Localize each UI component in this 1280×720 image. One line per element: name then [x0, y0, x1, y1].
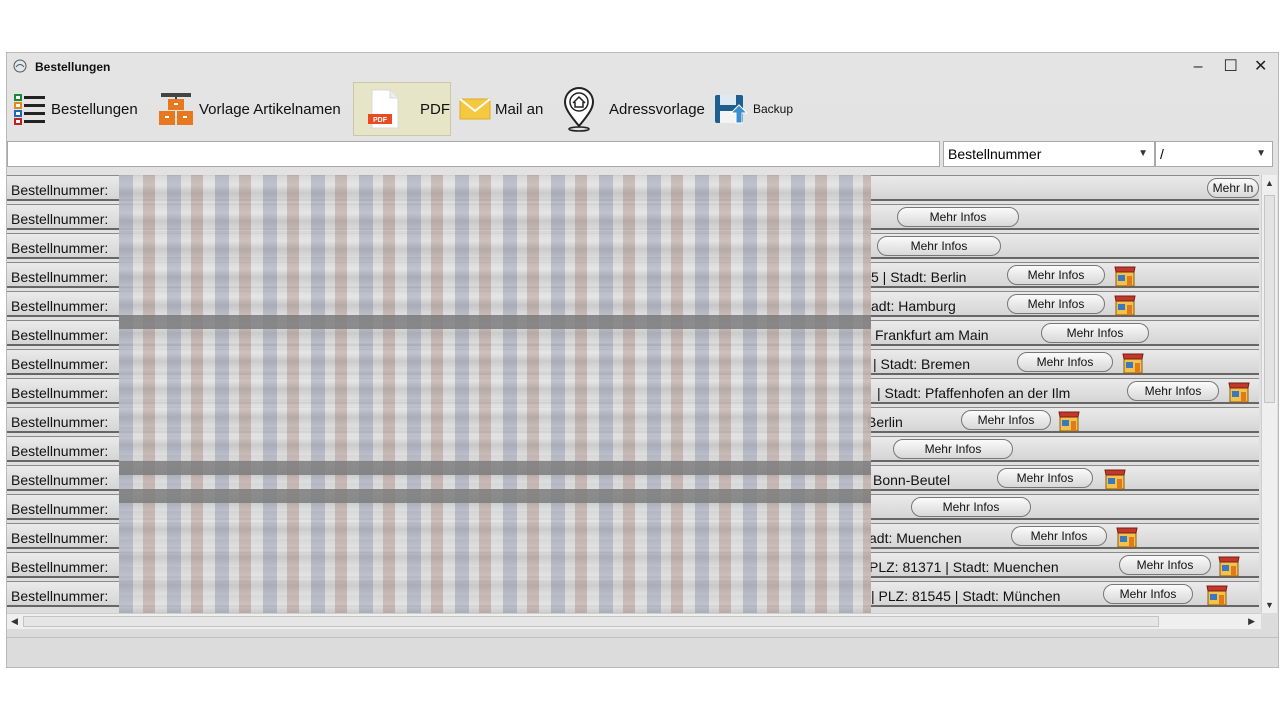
boxes-icon: [159, 93, 193, 125]
chevron-down-icon: ▼: [1138, 148, 1148, 159]
scroll-right-icon[interactable]: ▶: [1248, 616, 1255, 627]
address-template-label: Adressvorlage: [609, 100, 705, 118]
store-icon[interactable]: [1115, 524, 1139, 548]
order-address-text: Frankfurt am Main: [875, 327, 989, 343]
redacted-order-details: [119, 175, 871, 613]
order-number-label: Bestellnummer:: [11, 182, 109, 198]
title-bar: Bestellungen – ☐ ✕: [7, 53, 1278, 79]
order-address-text: Bonn-Beutel: [873, 472, 951, 488]
orders-label: Bestellungen: [51, 100, 138, 118]
vertical-scrollbar[interactable]: ▲ ▼: [1261, 175, 1277, 613]
field-select-value: Bestellnummer: [948, 146, 1042, 162]
more-info-button[interactable]: Mehr Infos: [877, 236, 1001, 256]
horizontal-scrollbar[interactable]: ◀ ▶: [7, 613, 1261, 629]
redacted-band: [119, 461, 871, 475]
store-icon[interactable]: [1113, 292, 1137, 316]
more-info-button[interactable]: Mehr Infos: [1103, 584, 1193, 604]
pdf-badge: PDF: [373, 117, 388, 124]
order-number-label: Bestellnummer:: [11, 327, 109, 343]
more-info-button[interactable]: Mehr Infos: [1007, 265, 1105, 285]
order-number-label: Bestellnummer:: [11, 472, 109, 488]
store-icon[interactable]: [1205, 582, 1229, 606]
backup-button[interactable]: Backup: [713, 82, 793, 136]
location-home-icon: [563, 87, 595, 132]
minimize-button[interactable]: –: [1193, 58, 1211, 76]
mail-icon: [459, 98, 491, 120]
order-number-label: Bestellnummer:: [11, 211, 109, 227]
pdf-label: PDF: [420, 100, 450, 118]
order-number-label: Bestellnummer:: [11, 559, 109, 575]
order-address-text: | Stadt: Bremen: [873, 356, 971, 372]
order-address-text: Berlin: [867, 414, 903, 430]
mail-button[interactable]: Mail an: [459, 82, 543, 136]
app-icon: [13, 59, 27, 73]
toolbar: Bestellungen Vorlage Artikelnamen PDF PD…: [7, 79, 1278, 139]
operator-select-value: /: [1160, 146, 1164, 162]
field-select[interactable]: Bestellnummer ▼: [943, 141, 1155, 167]
order-address-text: 5 | Stadt: Berlin: [871, 269, 967, 285]
article-template-button[interactable]: Vorlage Artikelnamen: [157, 82, 341, 136]
order-address-text: adt: Hamburg: [871, 298, 956, 314]
order-number-label: Bestellnummer:: [11, 443, 109, 459]
more-info-button[interactable]: Mehr Infos: [1017, 352, 1113, 372]
redacted-band: [119, 315, 871, 329]
more-info-button[interactable]: Mehr Infos: [961, 410, 1051, 430]
filter-bar: Bestellnummer ▼ / ▼: [7, 141, 1278, 167]
chevron-down-icon: ▼: [1256, 148, 1266, 159]
pdf-button[interactable]: PDF PDF: [353, 82, 451, 136]
order-number-label: Bestellnummer:: [11, 588, 109, 604]
order-number-label: Bestellnummer:: [11, 356, 109, 372]
order-number-label: Bestellnummer:: [11, 269, 109, 285]
scroll-left-icon[interactable]: ◀: [11, 616, 18, 627]
more-info-button[interactable]: Mehr Infos: [897, 207, 1019, 227]
store-icon[interactable]: [1113, 263, 1137, 287]
window-title: Bestellungen: [35, 60, 111, 74]
vertical-scroll-thumb[interactable]: [1264, 195, 1275, 403]
more-info-button[interactable]: Mehr Infos: [893, 439, 1013, 459]
scroll-down-icon[interactable]: ▼: [1265, 600, 1274, 610]
pdf-icon: PDF: [368, 89, 399, 129]
more-info-button[interactable]: Mehr Infos: [1011, 526, 1107, 546]
order-address-text: | Stadt: Pfaffenhofen an der Ilm: [877, 385, 1071, 401]
more-info-button[interactable]: Mehr Infos: [1127, 381, 1219, 401]
order-address-text: PLZ: 81371 | Stadt: Muenchen: [869, 559, 1059, 575]
backup-label: Backup: [753, 102, 794, 116]
maximize-button[interactable]: ☐: [1224, 56, 1242, 76]
list-icon: [14, 94, 45, 125]
order-address-text: adt: Muenchen: [869, 530, 962, 546]
store-icon[interactable]: [1103, 466, 1127, 490]
more-info-button[interactable]: Mehr Infos: [1119, 555, 1211, 575]
orders-button[interactable]: Bestellungen: [13, 82, 138, 136]
more-info-button[interactable]: Mehr Infos: [997, 468, 1093, 488]
mail-label: Mail an: [495, 100, 544, 118]
orders-window: Bestellungen – ☐ ✕ Bestellungen Vorlage …: [6, 52, 1279, 668]
save-upload-icon: [715, 95, 749, 124]
order-number-label: Bestellnummer:: [11, 501, 109, 517]
store-icon[interactable]: [1227, 379, 1251, 403]
more-info-button[interactable]: Mehr Infos: [911, 497, 1031, 517]
close-button[interactable]: ✕: [1254, 56, 1272, 76]
scroll-up-icon[interactable]: ▲: [1265, 178, 1274, 188]
article-template-label: Vorlage Artikelnamen: [199, 100, 341, 118]
order-address-text: | PLZ: 81545 | Stadt: München: [871, 588, 1061, 604]
store-icon[interactable]: [1057, 408, 1081, 432]
window-controls: – ☐ ✕: [1193, 56, 1272, 76]
more-info-button[interactable]: Mehr Infos: [1007, 294, 1105, 314]
horizontal-scroll-thumb[interactable]: [23, 616, 1159, 627]
operator-select[interactable]: / ▼: [1155, 141, 1273, 167]
order-number-label: Bestellnummer:: [11, 530, 109, 546]
redacted-band: [119, 489, 871, 503]
store-icon[interactable]: [1217, 553, 1241, 577]
status-bar: [7, 637, 1278, 667]
more-info-button[interactable]: Mehr In: [1207, 178, 1259, 198]
search-input[interactable]: [7, 141, 940, 167]
order-number-label: Bestellnummer:: [11, 414, 109, 430]
order-number-label: Bestellnummer:: [11, 298, 109, 314]
store-icon[interactable]: [1121, 350, 1145, 374]
order-number-label: Bestellnummer:: [11, 385, 109, 401]
order-number-label: Bestellnummer:: [11, 240, 109, 256]
more-info-button[interactable]: Mehr Infos: [1041, 323, 1149, 343]
address-template-button[interactable]: Adressvorlage: [559, 82, 705, 136]
